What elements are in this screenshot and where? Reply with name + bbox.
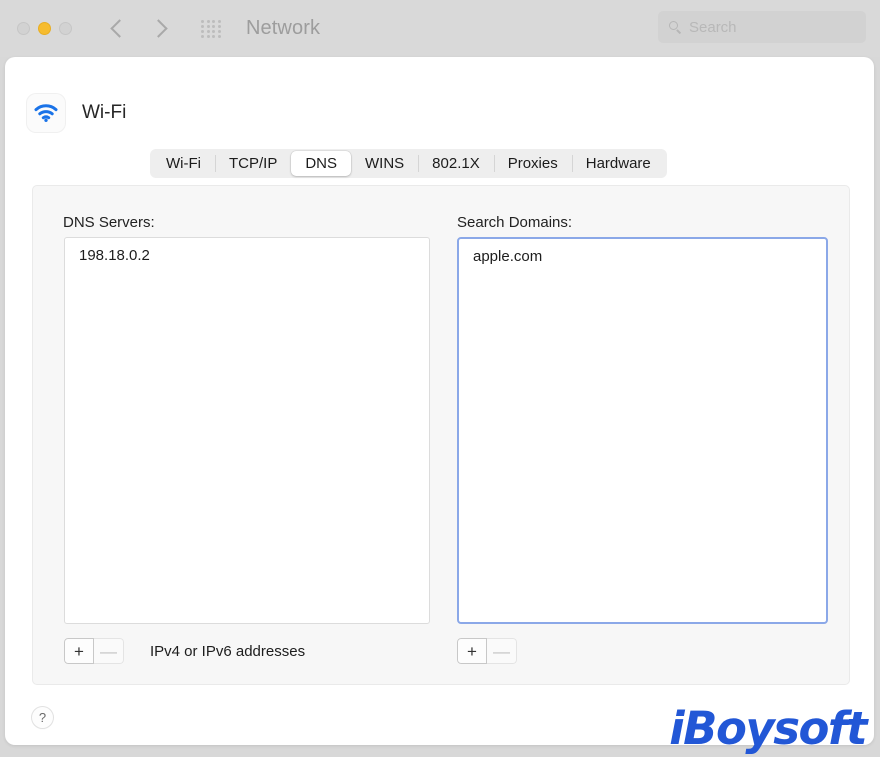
grid-dot: [212, 34, 215, 38]
grid-dot: [206, 34, 210, 38]
wifi-icon: [27, 94, 65, 132]
tab-tcpip[interactable]: TCP/IP: [214, 151, 291, 176]
grid-dot: [217, 29, 221, 33]
help-button[interactable]: ?: [32, 707, 53, 728]
search-domains-list[interactable]: apple.com: [457, 237, 828, 624]
search-domains-controls: + —: [457, 638, 517, 664]
zoom-button[interactable]: [59, 22, 72, 35]
search-placeholder: Search: [689, 18, 737, 36]
back-chevron-icon[interactable]: [110, 19, 129, 38]
dns-servers-controls: + — IPv4 or IPv6 addresses: [64, 638, 305, 664]
window-title: Network: [246, 17, 321, 39]
interface-header: Wi-Fi: [27, 94, 874, 132]
remove-dns-server-button[interactable]: —: [94, 638, 124, 664]
forward-chevron-icon[interactable]: [149, 19, 168, 38]
grid-dot: [201, 19, 204, 23]
navigation-arrows: [110, 19, 168, 38]
search-field[interactable]: Search: [658, 11, 866, 43]
grid-dot: [212, 29, 215, 33]
show-all-grid-icon[interactable]: [201, 19, 221, 38]
list-item[interactable]: 198.18.0.2: [65, 238, 429, 264]
grid-dot: [212, 19, 215, 23]
grid-dot: [217, 34, 221, 38]
network-preferences-window: Wi-Fi Wi-Fi TCP/IP DNS WINS 802.1X Proxi…: [5, 57, 874, 745]
minimize-button[interactable]: [38, 22, 51, 35]
grid-dot: [217, 24, 221, 28]
add-dns-server-button[interactable]: +: [64, 638, 94, 664]
dns-servers-segmented-control: + —: [64, 638, 124, 664]
dns-settings-panel: DNS Servers: Search Domains: 198.18.0.2 …: [32, 185, 850, 685]
grid-dot: [206, 24, 210, 28]
window-titlebar: Network Search: [0, 0, 880, 57]
tab-dns[interactable]: DNS: [291, 151, 351, 176]
traffic-lights: [17, 22, 72, 35]
grid-dot: [201, 34, 204, 38]
add-search-domain-button[interactable]: +: [457, 638, 487, 664]
grid-dot: [212, 24, 215, 28]
search-icon: [669, 20, 682, 34]
tab-hardware[interactable]: Hardware: [571, 151, 665, 176]
dns-servers-list[interactable]: 198.18.0.2: [64, 237, 430, 624]
dns-servers-hint: IPv4 or IPv6 addresses: [150, 642, 306, 660]
tab-proxies[interactable]: Proxies: [493, 151, 572, 176]
grid-dot: [201, 29, 204, 33]
tab-wifi[interactable]: Wi-Fi: [152, 151, 215, 176]
tab-bar: Wi-Fi TCP/IP DNS WINS 802.1X Proxies Har…: [150, 149, 667, 178]
grid-dot: [206, 29, 210, 33]
grid-dot: [201, 24, 204, 28]
iboysoft-watermark: iBoysoft: [669, 702, 867, 755]
tab-wins[interactable]: WINS: [351, 151, 418, 176]
search-domains-label: Search Domains:: [457, 214, 573, 231]
close-button[interactable]: [17, 22, 30, 35]
interface-name: Wi-Fi: [82, 102, 127, 123]
list-item[interactable]: apple.com: [459, 239, 826, 265]
search-domains-segmented-control: + —: [457, 638, 517, 664]
grid-dot: [217, 19, 221, 23]
wifi-glyph-svg: [34, 104, 58, 122]
remove-search-domain-button[interactable]: —: [487, 638, 517, 664]
tab-8021x[interactable]: 802.1X: [418, 151, 494, 176]
dns-servers-label: DNS Servers:: [63, 214, 155, 231]
grid-dot: [206, 19, 210, 23]
